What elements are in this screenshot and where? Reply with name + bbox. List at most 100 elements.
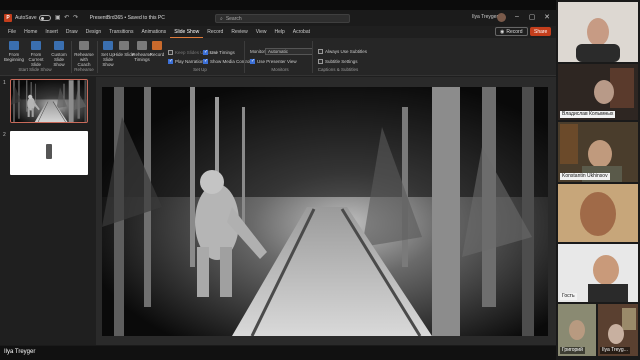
tab-animations[interactable]: Animations <box>137 26 170 38</box>
from-beginning-label: From Beginning <box>3 52 25 62</box>
participant-tile[interactable]: Ilya Treyg... <box>598 304 638 356</box>
share-label: Share <box>534 28 548 35</box>
tab-record[interactable]: Record <box>203 26 227 38</box>
checkbox-checked-icon <box>250 58 255 64</box>
from-beginning-button[interactable]: From Beginning <box>3 41 25 62</box>
subtitle-settings-label: Subtitle Settings <box>325 59 358 64</box>
ribbon-separator <box>244 41 245 73</box>
slideshow-current-icon <box>31 41 41 50</box>
maximize-icon[interactable]: ▢ <box>527 13 537 21</box>
record-camera-icon <box>152 41 162 50</box>
participant-name: Владислав Колымных <box>560 111 616 118</box>
checkbox-icon <box>168 50 173 55</box>
slideshow-play-icon <box>9 41 19 50</box>
group-start-slide-show: Start Slide Show <box>18 67 52 72</box>
group-monitors: Monitors <box>271 67 289 72</box>
autosave-label: AutoSave <box>15 15 37 21</box>
record-label: Record <box>506 28 523 35</box>
search-icon: ⌕ <box>220 15 223 22</box>
group-captions: Captions & Subtitles <box>317 67 359 72</box>
show-media-label: Show Media Controls <box>210 59 253 64</box>
custom-show-label: Custom Slide Show <box>51 52 67 67</box>
subtitle-icon <box>318 59 323 64</box>
taskbar <box>0 346 556 360</box>
always-subtitles-checkbox[interactable]: Always Use Subtitles <box>318 49 367 54</box>
tab-acrobat[interactable]: Acrobat <box>289 26 314 38</box>
participant-tile[interactable]: Григорий <box>558 304 596 356</box>
tab-file[interactable]: File <box>4 26 20 38</box>
presenter-view-checkbox[interactable]: Use Presenter View <box>250 58 297 64</box>
coach-icon <box>79 41 89 50</box>
participant-name: Konstantin Ukhinsov <box>560 173 610 180</box>
ribbon-tabs: File Home Insert Draw Design Transitions… <box>0 26 556 38</box>
tab-home[interactable]: Home <box>20 26 41 38</box>
record-ribbon-button[interactable]: Record <box>146 41 168 57</box>
rehearse-coach-label: Rehearse with Coach <box>74 52 94 67</box>
use-timings-checkbox[interactable]: Use Timings <box>203 49 235 55</box>
screen: P AutoSave ▣ ↶ ↷ PresentBrd365 • Saved t… <box>0 0 640 360</box>
autosave-toggle[interactable]: AutoSave <box>15 15 51 21</box>
title-bar: P AutoSave ▣ ↶ ↷ PresentBrd365 • Saved t… <box>0 10 556 26</box>
share-button[interactable]: Share <box>530 27 552 36</box>
subtitle-settings-button[interactable]: Subtitle Settings <box>318 59 358 64</box>
current-slide[interactable] <box>102 87 548 336</box>
custom-show-button[interactable]: Custom Slide Show <box>48 41 70 67</box>
monitor-select[interactable]: Automatic <box>265 48 313 55</box>
always-subtitles-label: Always Use Subtitles <box>325 49 368 54</box>
show-media-checkbox[interactable]: Show Media Controls <box>203 58 253 64</box>
tab-design[interactable]: Design <box>82 26 106 38</box>
participant-video <box>558 2 638 62</box>
from-current-label: From Current Slide <box>28 52 44 67</box>
custom-show-icon <box>54 41 64 50</box>
play-narrations-checkbox[interactable]: Play Narrations <box>168 58 206 64</box>
undo-icon[interactable]: ↶ <box>64 15 70 21</box>
tab-slide-show[interactable]: Slide Show <box>170 26 204 38</box>
participant-tile[interactable]: Konstantin Ukhinsov <box>558 122 638 182</box>
minimize-icon[interactable]: – <box>512 13 522 20</box>
participant-tile[interactable] <box>558 2 638 62</box>
monitor-label: Monitor: <box>250 49 266 54</box>
participant-tile[interactable] <box>558 184 638 242</box>
record-ribbon-label: Record <box>149 52 165 57</box>
record-button[interactable]: ◉ Record <box>495 27 528 36</box>
play-narrations-label: Play Narrations <box>175 59 206 64</box>
tab-transitions[interactable]: Transitions <box>105 26 137 38</box>
from-current-button[interactable]: From Current Slide <box>25 41 47 67</box>
tab-review[interactable]: Review <box>227 26 251 38</box>
group-set-up: Set Up <box>193 67 207 72</box>
bigfoot-photo-thumb <box>11 80 87 122</box>
user-avatar[interactable] <box>497 13 506 22</box>
slide-thumbnail-1[interactable] <box>10 79 88 123</box>
presenter-view-label: Use Presenter View <box>257 59 297 64</box>
checkbox-checked-icon <box>168 58 173 64</box>
toggle-switch-icon[interactable] <box>38 15 51 21</box>
powerpoint-logo-icon: P <box>4 14 12 22</box>
participant-name: Гость <box>560 293 577 300</box>
video-participants-panel: Владислав Колымных Konstantin Ukhinsov Г… <box>556 0 640 360</box>
participant-name: Григорий <box>560 347 585 354</box>
slide-number: 2 <box>3 132 6 138</box>
setup-icon <box>103 41 113 50</box>
redo-icon[interactable]: ↷ <box>73 15 79 21</box>
document-title: PresentBrd365 • Saved to this PC <box>89 15 165 21</box>
close-icon[interactable]: ✕ <box>542 13 552 21</box>
hide-slide-icon <box>119 41 129 50</box>
slide-canvas[interactable] <box>96 77 556 345</box>
participant-tile[interactable]: Гость <box>558 244 638 302</box>
participant-tile[interactable]: Владислав Колымных <box>558 64 638 120</box>
slide-thumbnail-2[interactable] <box>10 131 88 175</box>
picture-icon <box>46 144 52 159</box>
save-icon[interactable]: ▣ <box>55 15 61 21</box>
bigfoot-night-photo <box>102 87 548 336</box>
user-name[interactable]: Ilya Treyger <box>472 14 498 20</box>
search-box[interactable]: ⌕ Search <box>215 14 350 23</box>
tab-help[interactable]: Help <box>270 26 288 38</box>
rehearse-coach-button[interactable]: Rehearse with Coach <box>73 41 95 67</box>
tab-insert[interactable]: Insert <box>41 26 62 38</box>
checkbox-checked-icon <box>203 49 208 55</box>
tab-draw[interactable]: Draw <box>62 26 82 38</box>
ribbon: From Beginning From Current Slide Custom… <box>0 38 556 76</box>
tab-view[interactable]: View <box>252 26 271 38</box>
presenter-name: Ilya Treyger <box>4 349 36 355</box>
monitor-label-text: Monitor: <box>250 49 267 54</box>
